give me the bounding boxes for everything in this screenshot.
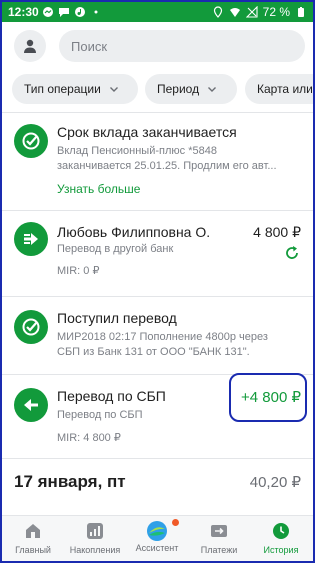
operation-item[interactable]: Поступил перевод МИР2018 02:17 Пополнени… bbox=[2, 304, 313, 370]
operation-title: Поступил перевод bbox=[57, 310, 177, 326]
chevron-down-icon bbox=[208, 87, 217, 92]
divider bbox=[2, 112, 313, 113]
check-circle-icon bbox=[14, 124, 48, 158]
chevron-down-icon bbox=[109, 87, 118, 92]
operation-title: Перевод по СБП bbox=[57, 388, 166, 404]
arrow-left-icon bbox=[14, 388, 48, 422]
no-signal-icon bbox=[245, 6, 258, 18]
filter-operation-type[interactable]: Тип операции bbox=[12, 74, 138, 104]
location-icon bbox=[213, 6, 222, 18]
operation-subtitle: Вклад Пенсионный-плюс *5848 bbox=[57, 145, 217, 157]
payments-icon bbox=[211, 525, 227, 537]
date-sum: 40,20 ₽ bbox=[249, 474, 301, 491]
operation-details: СБП из Банк 131 от ООО "БАНК 131". bbox=[57, 346, 250, 358]
search-input[interactable]: Поиск bbox=[59, 30, 305, 62]
wifi-icon bbox=[229, 8, 240, 17]
operation-item[interactable]: Срок вклада заканчивается Вклад Пенсионн… bbox=[2, 118, 313, 206]
arrow-right-icon bbox=[14, 222, 48, 256]
operation-subtitle: МИР2018 02:17 Пополнение 4800р через bbox=[57, 331, 268, 343]
status-bar: 12:30 72 % bbox=[2, 2, 313, 22]
savings-icon bbox=[87, 523, 103, 539]
nav-item-savings[interactable]: Накопления bbox=[64, 522, 126, 555]
nav-item-history[interactable]: История bbox=[250, 522, 312, 555]
refresh-icon[interactable] bbox=[284, 245, 300, 261]
notification-dot bbox=[172, 519, 179, 526]
operation-title: Любовь Филипповна О. bbox=[57, 224, 211, 240]
amount-highlight-box bbox=[229, 373, 307, 422]
assistant-icon bbox=[147, 521, 167, 541]
operation-title: Срок вклада заканчивается bbox=[57, 124, 237, 140]
chat-icon bbox=[59, 8, 69, 17]
check-circle-icon bbox=[14, 310, 48, 344]
more-dots-icon bbox=[94, 10, 98, 14]
nav-item-payments[interactable]: Платежи bbox=[188, 522, 250, 555]
battery-icon bbox=[298, 7, 304, 17]
date-label: 17 января, пт bbox=[14, 472, 126, 491]
divider bbox=[2, 296, 313, 297]
nav-label: Ассистент bbox=[135, 543, 179, 553]
operation-subtitle: Перевод в другой банк bbox=[57, 243, 174, 255]
nav-item-assistant[interactable]: Ассистент bbox=[126, 521, 188, 553]
profile-avatar[interactable] bbox=[14, 30, 46, 62]
nav-label: Главный bbox=[15, 545, 51, 555]
status-time: 12:30 bbox=[8, 5, 39, 19]
header: Поиск bbox=[2, 22, 313, 70]
divider bbox=[2, 458, 313, 459]
history-icon bbox=[273, 523, 289, 539]
search-placeholder: Поиск bbox=[71, 39, 108, 54]
operation-card: MIR: 4 800 ₽ bbox=[57, 432, 121, 444]
filter-chips: Тип операции Период Карта или bbox=[2, 74, 313, 106]
filter-period[interactable]: Период bbox=[145, 74, 237, 104]
date-group-header: 17 января, пт 40,20 ₽ bbox=[2, 462, 313, 502]
operation-subtitle: Перевод по СБП bbox=[57, 409, 143, 421]
bottom-navigation: Главный Накопления Ассистент Платежи Ист… bbox=[2, 515, 313, 561]
filter-label: Период bbox=[157, 82, 200, 96]
operation-item[interactable]: Любовь Филипповна О. 4 800 ₽ Перевод в д… bbox=[2, 218, 313, 288]
filter-card[interactable]: Карта или bbox=[245, 74, 313, 104]
filter-label: Карта или bbox=[257, 82, 313, 96]
operation-details: заканчивается 25.01.25. Продлим его авт.… bbox=[57, 160, 277, 172]
operation-card: MIR: 0 ₽ bbox=[57, 265, 100, 277]
user-icon bbox=[24, 39, 36, 53]
operation-amount: 4 800 ₽ bbox=[253, 224, 301, 240]
home-icon bbox=[26, 524, 40, 538]
divider bbox=[2, 210, 313, 211]
messenger-icon bbox=[43, 7, 53, 17]
learn-more-link[interactable]: Узнать больше bbox=[57, 182, 140, 196]
nav-label: История bbox=[263, 545, 299, 555]
nav-label: Накопления bbox=[69, 545, 121, 555]
music-icon bbox=[75, 7, 85, 17]
filter-label: Тип операции bbox=[24, 82, 101, 96]
nav-item-home[interactable]: Главный bbox=[2, 522, 64, 555]
battery-percent: 72 % bbox=[262, 5, 290, 19]
nav-label: Платежи bbox=[200, 545, 238, 555]
